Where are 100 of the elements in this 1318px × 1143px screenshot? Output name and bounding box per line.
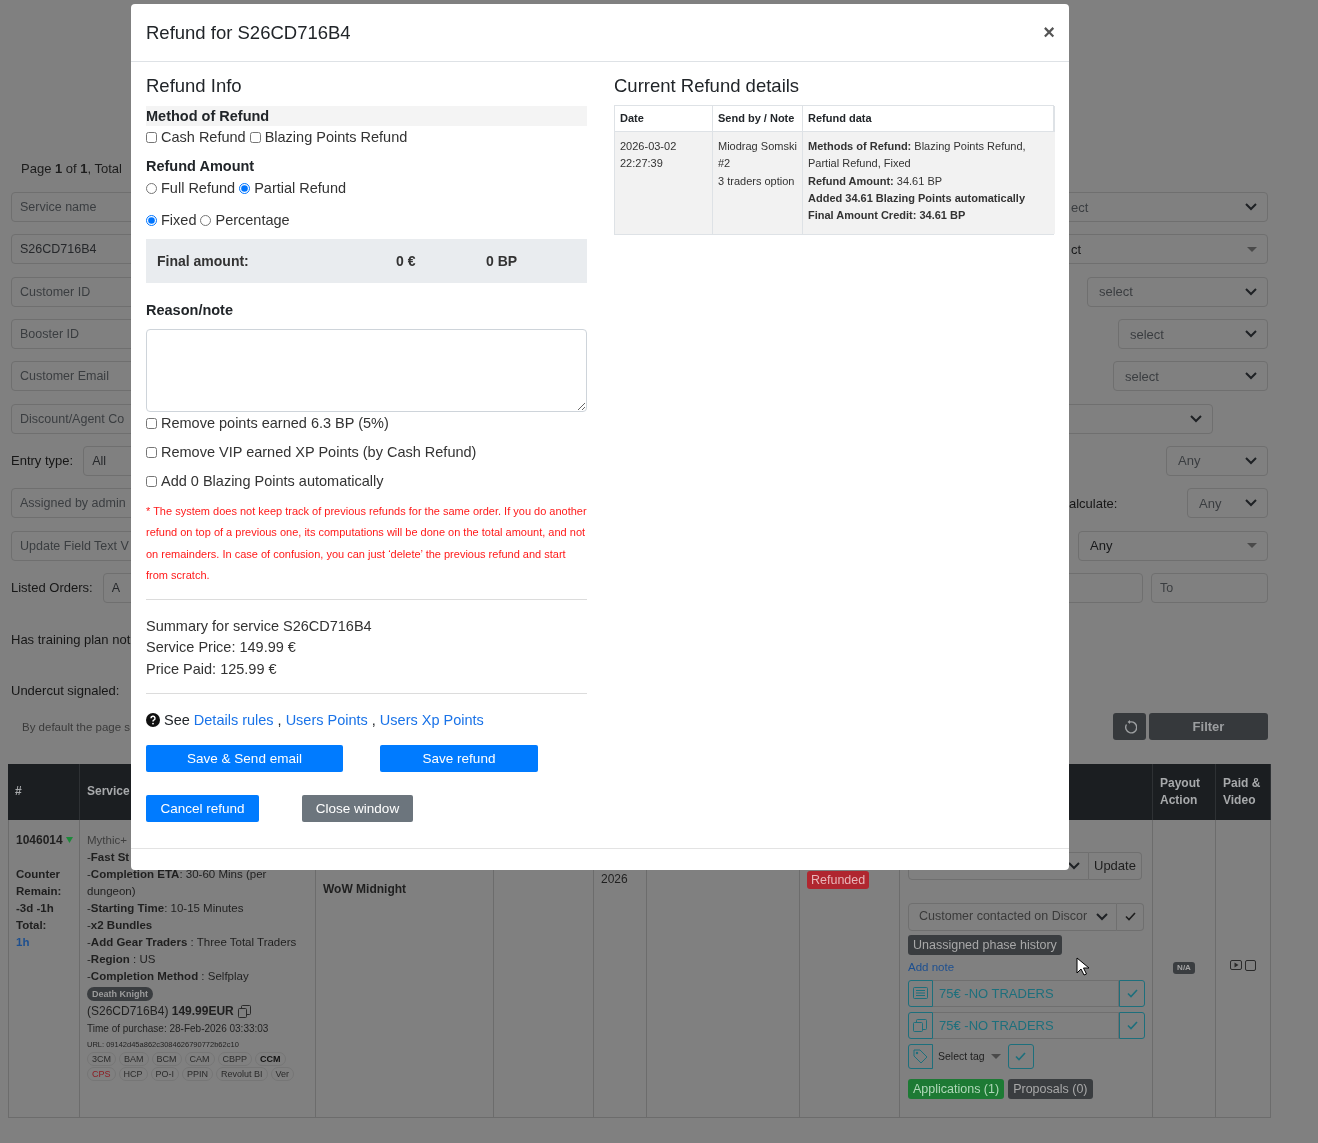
phase-history-badge[interactable]: Unassigned phase history — [908, 934, 1062, 955]
checkbox-label: Remove VIP earned XP Points (by Cash Refund) — [161, 443, 477, 462]
refund-data-line: Final Amount Credit: 34.61 BP — [808, 208, 967, 224]
filter-select[interactable]: Any — [1078, 530, 1268, 561]
proposals-button[interactable]: Proposals (0) — [1008, 1078, 1093, 1099]
refund-data-line: Added 34.61 Blazing Points automatically — [808, 190, 1026, 206]
section-heading: Current Refund details — [614, 74, 801, 98]
action-button[interactable]: Save refund — [380, 745, 538, 773]
tag-icon — [913, 1048, 928, 1064]
radio-label: Fixed — [161, 211, 197, 230]
checkbox-label: Add 0 Blazing Points automatically — [161, 472, 384, 491]
dropdown-caret-icon — [990, 1053, 1001, 1059]
hint-text: By default the page s — [21, 720, 131, 733]
confirm-button[interactable] — [1117, 902, 1144, 931]
counter-text: Remain: — [16, 883, 62, 899]
chevron-down-icon — [1245, 287, 1257, 296]
help-text: See — [164, 711, 190, 731]
class-badge: Death Knight — [87, 986, 153, 1001]
service-detail: -Completion Method : Selfplay — [87, 968, 249, 984]
summary-line: Service Price: 149.99 € — [146, 638, 297, 658]
status-badge: Refunded — [807, 870, 870, 889]
sender-name: Miodrag Somski #2 — [718, 139, 797, 172]
action-button[interactable]: Close window — [302, 795, 413, 823]
service-title: Mythic+ — [87, 832, 127, 848]
filter-label: Has training plan not — [11, 632, 131, 648]
section-heading: Refund Info — [146, 74, 242, 98]
checkbox-label: Blazing Points Refund — [264, 128, 408, 147]
help-link[interactable]: Details rules — [193, 709, 274, 732]
service-detail: -Starting Time: 10-15 Minutes — [87, 900, 244, 916]
filter-select[interactable]: Any — [1187, 488, 1268, 519]
purchase-time: Time of purchase: 28-Feb-2026 03:33:03 — [87, 1021, 269, 1036]
checkbox-label: Remove points earned 6.3 BP (5%) — [161, 414, 389, 433]
radio-button[interactable] — [146, 214, 157, 226]
chevron-down-icon — [1245, 372, 1257, 381]
help-link[interactable]: Users Points — [285, 709, 368, 732]
total-link[interactable]: 1h — [16, 933, 30, 951]
summary-line: Price Paid: 125.99 € — [146, 659, 278, 679]
radio-button[interactable] — [239, 182, 251, 194]
check-icon — [1015, 1051, 1027, 1061]
payout-badge: N/A — [1173, 962, 1195, 975]
filter-select[interactable]: select — [1118, 319, 1268, 350]
column-header: # — [8, 763, 80, 820]
chevron-down-icon — [1096, 912, 1108, 921]
chevron-down-icon — [1245, 330, 1257, 339]
section-label: Refund Amount — [146, 157, 255, 176]
checkbox[interactable] — [146, 446, 157, 458]
contact-select[interactable]: Customer contacted on Discor — [908, 902, 1117, 931]
action-button[interactable]: Save & Send email — [146, 745, 343, 773]
dropdown-caret-icon — [1247, 246, 1257, 252]
copy-icon[interactable] — [237, 1004, 251, 1018]
reason-field[interactable] — [146, 329, 587, 412]
service-detail: -Add Gear Traders : Three Total Traders — [87, 934, 297, 950]
checkbox[interactable] — [146, 475, 157, 487]
dropdown-caret-icon — [1247, 543, 1257, 548]
range-to-field[interactable]: To — [1151, 572, 1268, 603]
filter-button[interactable]: Filter — [1149, 713, 1268, 741]
help-text: , — [277, 711, 282, 731]
checkbox-label: Cash Refund — [161, 128, 246, 147]
close-button[interactable]: × — [1043, 21, 1055, 44]
counter-text: Total: — [16, 917, 47, 933]
applications-button[interactable]: Applications (1) — [908, 1078, 1005, 1099]
video-icon[interactable] — [1230, 960, 1242, 971]
checkbox[interactable] — [249, 131, 261, 143]
filter-select[interactable]: select — [1113, 361, 1268, 392]
chevron-down-icon — [1245, 499, 1257, 508]
year-text: 2026 — [601, 870, 628, 888]
help-link[interactable]: Users Xp Points — [379, 709, 484, 732]
radio-label: Partial Refund — [254, 179, 347, 198]
update-button[interactable]: Update — [1089, 851, 1142, 880]
modal-title: Refund for S26CD716B4 — [146, 21, 351, 44]
filter-label: Entry type: — [11, 453, 74, 469]
game-name: WoW Midnight — [323, 880, 407, 898]
service-detail: -Fast St — [87, 849, 130, 865]
checkbox[interactable] — [146, 417, 157, 429]
filter-select[interactable]: Any — [1166, 445, 1268, 476]
check-icon — [1126, 988, 1138, 998]
checkbox[interactable] — [146, 131, 157, 143]
paid-checkbox[interactable] — [1245, 959, 1256, 971]
add-note-link[interactable]: Add note — [908, 959, 955, 975]
amount-euro: 0 € — [396, 253, 417, 269]
check-icon — [1126, 1020, 1138, 1030]
warning-text: * The system does not keep track of previous refunds for the same order. If you do another refund on top of a previous one, its computations will be done on the total amount, and not on remainders. In case of confusion, you can just ‘delete’ the previous refund and start from scratch. — [146, 504, 587, 583]
counter-text: -3d -1h — [16, 900, 54, 916]
filter-label: alculate: — [1069, 495, 1118, 511]
section-label: Reason/note — [146, 301, 233, 320]
date-cell: 2026-03-02 22:27:39 — [615, 132, 713, 235]
reset-button[interactable] — [1113, 713, 1146, 741]
radio-button[interactable] — [146, 182, 157, 194]
action-button[interactable]: Cancel refund — [146, 795, 259, 823]
tag-select[interactable]: Select tag — [933, 1043, 1008, 1069]
filter-select[interactable]: select — [1087, 276, 1268, 307]
column-header: Paid & Video — [1216, 763, 1271, 820]
chevron-down-icon — [1245, 203, 1257, 212]
mouse-cursor-icon — [1076, 957, 1090, 977]
service-detail: -x2 Bundles — [87, 917, 153, 933]
section-label: Method of Refund — [146, 106, 587, 126]
filter-label: Undercut signaled: — [11, 683, 120, 699]
counter-text: Counter — [16, 866, 61, 882]
radio-button[interactable] — [200, 214, 212, 226]
filter-label: Listed Orders: — [11, 580, 93, 596]
